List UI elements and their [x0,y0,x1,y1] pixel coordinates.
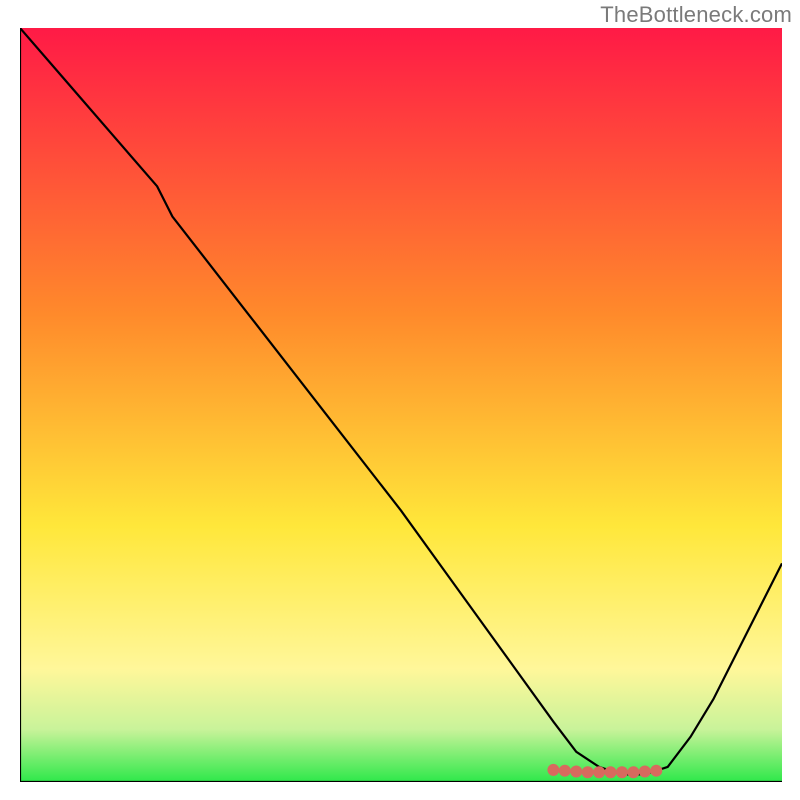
chart-stage: TheBottleneck.com [0,0,800,800]
plot-area [20,28,782,782]
axis-frame [20,28,782,782]
watermark-text: TheBottleneck.com [600,2,792,28]
